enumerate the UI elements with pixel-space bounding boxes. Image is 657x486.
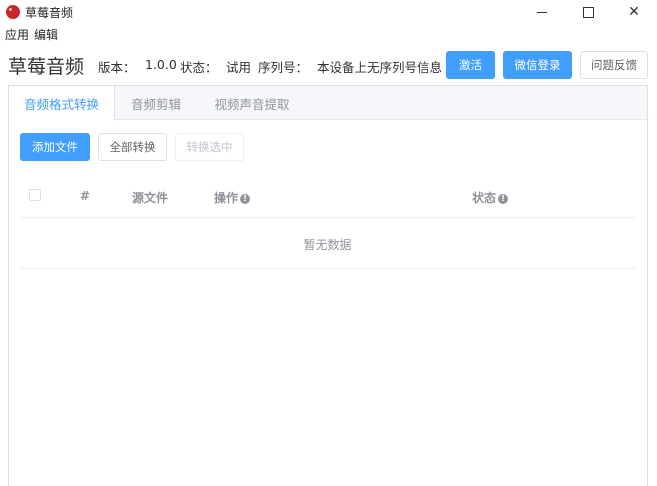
version-value: 1.0.0 (145, 57, 177, 72)
close-button[interactable]: ✕ (611, 0, 657, 24)
operation-info-icon[interactable]: ! (240, 194, 251, 204)
column-header-status: 状态! (472, 189, 509, 206)
menu-item-edit[interactable]: 编辑 (34, 26, 58, 43)
maximize-button[interactable] (565, 0, 611, 24)
status-value: 试用 (226, 60, 252, 75)
menu-item-app[interactable]: 应用 (5, 26, 29, 43)
status-label: 状态： (180, 60, 218, 75)
tab-audio-format-convert[interactable]: 音频格式转换 (9, 86, 115, 121)
empty-table-text: 暂无数据 (303, 238, 352, 252)
column-header-operation: 操作! (214, 189, 251, 206)
convert-all-button[interactable]: 全部转换 (98, 133, 167, 161)
table-header-divider (20, 217, 635, 218)
serial-label: 序列号： (258, 60, 309, 75)
convert-selected-button[interactable]: 转换选中 (175, 133, 244, 161)
minimize-button[interactable] (519, 0, 565, 24)
brand-title: 草莓音频 (8, 56, 85, 78)
table-bottom-divider (20, 268, 635, 269)
column-header-operation-label: 操作 (214, 191, 239, 205)
select-all-checkbox[interactable] (29, 189, 41, 201)
strawberry-logo-icon (6, 5, 20, 19)
status-info-icon[interactable]: ! (498, 194, 509, 204)
activate-button[interactable]: 激活 (446, 51, 495, 79)
maximize-icon (582, 6, 594, 18)
feedback-button[interactable]: 问题反馈 (580, 51, 648, 79)
version-label: 版本： (98, 60, 136, 75)
menu-bar (0, 24, 657, 42)
column-header-status-label: 状态 (472, 191, 497, 205)
add-file-button[interactable]: 添加文件 (20, 133, 90, 161)
window-title: 草莓音频 (25, 6, 74, 20)
serial-value: 本设备上无序列号信息 (317, 60, 443, 75)
column-header-index: # (80, 189, 91, 203)
tab-video-audio-extract[interactable]: 视频声音提取 (197, 86, 307, 120)
close-icon: ✕ (628, 4, 640, 20)
wechat-login-button[interactable]: 微信登录 (503, 51, 572, 79)
tab-audio-clip[interactable]: 音频剪辑 (115, 86, 197, 120)
minimize-icon (537, 11, 547, 13)
column-header-source-file: 源文件 (132, 191, 169, 205)
